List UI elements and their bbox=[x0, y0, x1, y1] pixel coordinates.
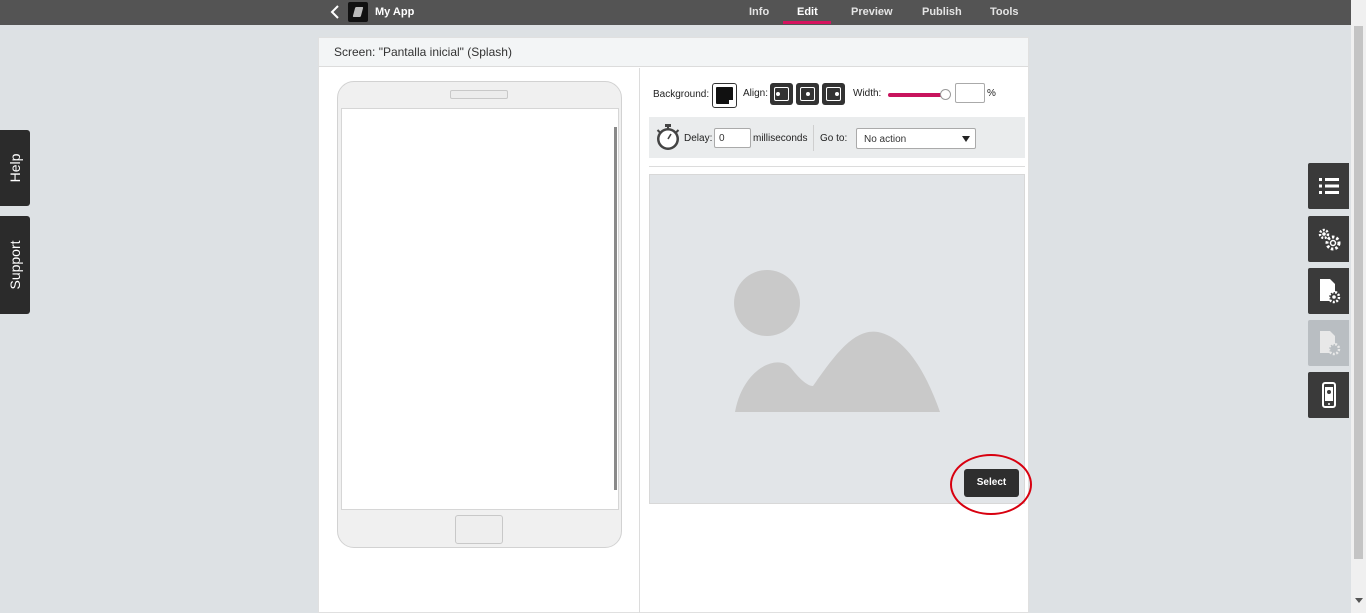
app-logo bbox=[348, 2, 368, 22]
delay-input[interactable]: 0 bbox=[714, 128, 751, 148]
help-tab-label: Help bbox=[7, 153, 23, 183]
page-settings-disabled-icon bbox=[1308, 320, 1349, 366]
gears-icon[interactable] bbox=[1308, 216, 1349, 262]
align-label: Align: bbox=[743, 88, 769, 99]
scroll-down-arrow-icon[interactable] bbox=[1355, 598, 1363, 603]
goto-label: Go to: bbox=[820, 133, 848, 144]
image-placeholder[interactable] bbox=[649, 174, 1025, 504]
image-placeholder-icon bbox=[734, 270, 940, 412]
phone-screen-scrollbar[interactable] bbox=[614, 127, 617, 490]
phone-home-button bbox=[455, 515, 503, 544]
align-left-button[interactable] bbox=[770, 83, 793, 105]
goto-selected-value: No action bbox=[864, 134, 907, 145]
width-input[interactable] bbox=[955, 83, 985, 103]
tab-publish[interactable]: Publish bbox=[922, 6, 962, 18]
width-slider-knob[interactable] bbox=[940, 89, 951, 100]
tab-preview[interactable]: Preview bbox=[851, 6, 893, 18]
delay-settings-bar: Delay: 0 milliseconds Go to: No action bbox=[649, 117, 1025, 158]
page-scrollbar[interactable] bbox=[1351, 0, 1366, 613]
select-button-highlight-circle bbox=[950, 454, 1032, 515]
align-center-button[interactable] bbox=[796, 83, 819, 105]
dropdown-arrow-icon bbox=[962, 136, 970, 142]
page-settings-icon[interactable] bbox=[1308, 268, 1349, 314]
goto-select[interactable]: No action bbox=[856, 128, 976, 149]
phone-preview bbox=[337, 81, 622, 548]
width-label: Width: bbox=[853, 88, 882, 99]
screen-editor-panel: Screen: "Pantalla inicial" (Splash) Back… bbox=[318, 37, 1032, 613]
width-slider-track[interactable] bbox=[888, 93, 944, 97]
list-icon[interactable] bbox=[1308, 163, 1349, 209]
tab-tools[interactable]: Tools bbox=[990, 6, 1019, 18]
back-chevron-icon[interactable] bbox=[329, 4, 343, 20]
top-navigation-bar: My App Info Edit Preview Publish Tools bbox=[0, 0, 1366, 25]
delay-separator bbox=[813, 125, 814, 151]
background-label: Background: bbox=[653, 89, 710, 100]
help-tab[interactable]: Help bbox=[0, 130, 30, 206]
mobile-device-icon[interactable] bbox=[1308, 372, 1349, 418]
phone-screen[interactable] bbox=[341, 108, 619, 510]
panel-divider bbox=[639, 68, 640, 613]
app-name: My App bbox=[375, 6, 415, 18]
background-color-swatch[interactable] bbox=[712, 83, 737, 108]
stopwatch-icon bbox=[655, 124, 681, 154]
tab-edit[interactable]: Edit bbox=[797, 6, 818, 18]
scrollbar-thumb[interactable] bbox=[1354, 26, 1363, 559]
delay-unit: milliseconds bbox=[753, 133, 808, 144]
screen-title: Screen: "Pantalla inicial" (Splash) bbox=[334, 45, 512, 59]
support-tab[interactable]: Support bbox=[0, 216, 30, 314]
support-tab-label: Support bbox=[7, 240, 23, 290]
delay-label: Delay: bbox=[684, 133, 713, 144]
phone-speaker bbox=[450, 90, 508, 99]
width-unit: % bbox=[987, 88, 996, 99]
tab-info[interactable]: Info bbox=[749, 6, 769, 18]
section-divider bbox=[649, 166, 1025, 167]
active-tab-indicator bbox=[783, 21, 831, 24]
panel-header: Screen: "Pantalla inicial" (Splash) bbox=[319, 38, 1028, 67]
align-right-button[interactable] bbox=[822, 83, 845, 105]
